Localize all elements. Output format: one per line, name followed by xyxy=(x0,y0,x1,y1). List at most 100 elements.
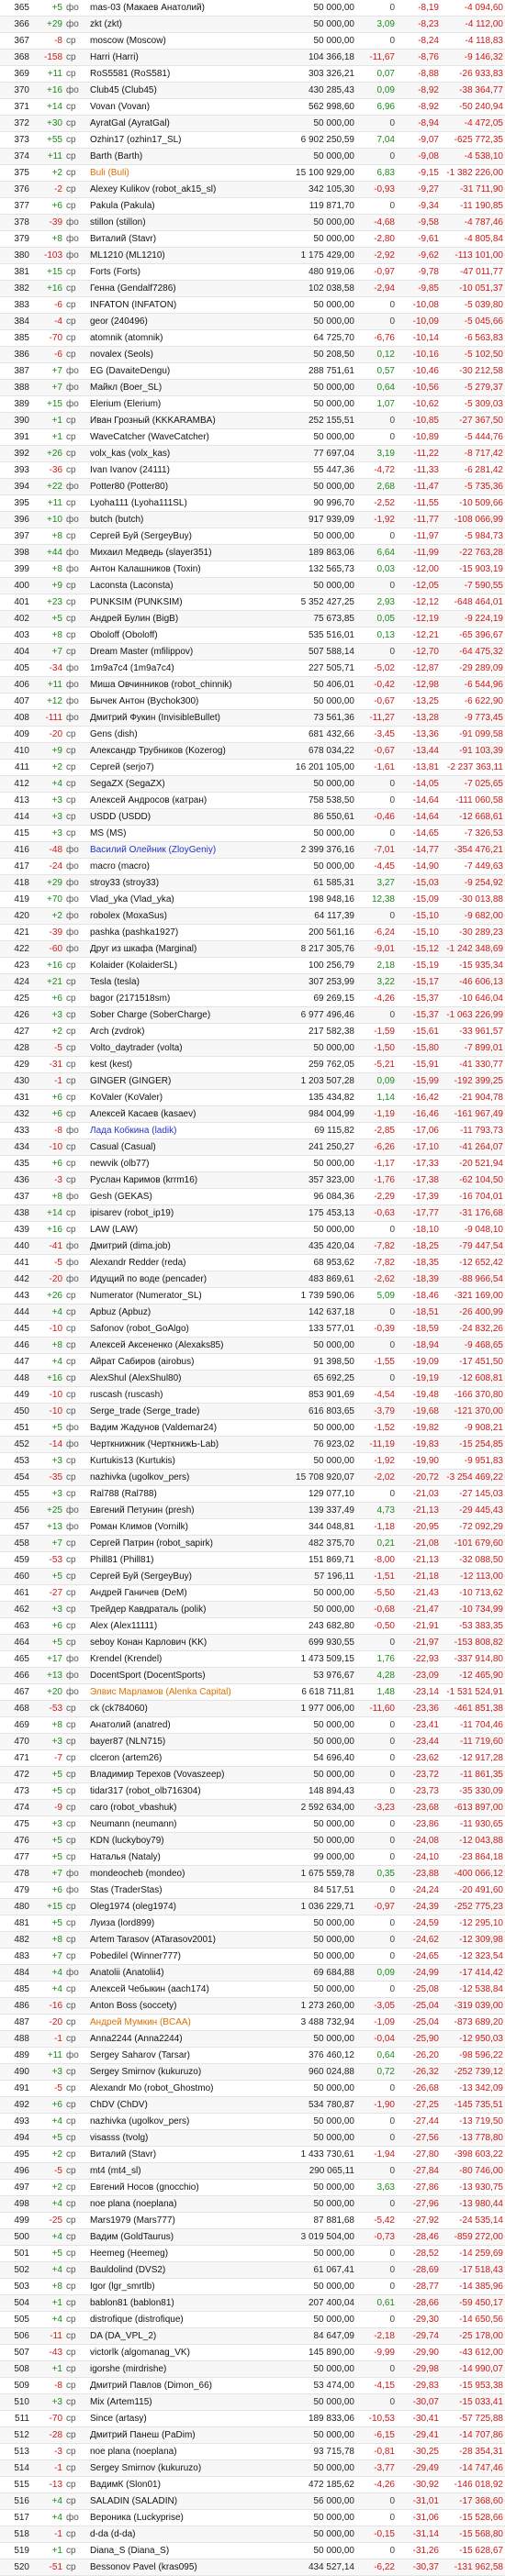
participant-name-link[interactable]: Forts (Forts) xyxy=(90,264,283,281)
participant-name-link[interactable]: macro (macro) xyxy=(90,859,283,875)
participant-name-link[interactable]: pashka (pashka1927) xyxy=(90,925,283,941)
participant-name-link[interactable]: Евгений Петунин (presh) xyxy=(90,1503,283,1519)
participant-name-link[interactable]: geor (240496) xyxy=(90,314,283,330)
participant-name-link[interactable]: Bauldolind (DVS2) xyxy=(90,2262,283,2279)
participant-name-link[interactable]: clceron (artem26) xyxy=(90,1750,283,1767)
participant-name-link[interactable]: noe plana (noeplana) xyxy=(90,2444,283,2460)
participant-name-link[interactable]: LAW (LAW) xyxy=(90,1222,283,1238)
participant-name-link[interactable]: Oboloff (Oboloff) xyxy=(90,627,283,644)
participant-name-link[interactable]: Анатолий (anatred) xyxy=(90,1717,283,1734)
participant-name-link[interactable]: stillon (stillon) xyxy=(90,215,283,231)
participant-name-link[interactable]: GINGER (GINGER) xyxy=(90,1073,283,1090)
participant-name-link[interactable]: Sergey Smirnov (kukuruzo) xyxy=(90,2064,283,2081)
participant-name-link[interactable]: Элвис Марламов (Alenka Capital) xyxy=(90,1684,283,1701)
participant-name-link[interactable]: noe plana (noeplana) xyxy=(90,2196,283,2213)
participant-name-link[interactable]: Neumann (neumann) xyxy=(90,1816,283,1833)
participant-name-link[interactable]: Трейдер Кавдраталь (polik) xyxy=(90,1602,283,1618)
participant-name-link[interactable]: Владимир Терехов (Vovaszeep) xyxy=(90,1767,283,1783)
participant-name-link[interactable]: ruscash (ruscash) xyxy=(90,1387,283,1404)
participant-name-link[interactable]: Майкл (Boer_SL) xyxy=(90,380,283,396)
participant-name-link[interactable]: Миша Овчинников (robot_chinnik) xyxy=(90,677,283,694)
participant-name-link[interactable]: Андрей Мумкин (BCAA) xyxy=(90,2015,283,2031)
participant-name-link[interactable]: WaveCatcher (WaveCatcher) xyxy=(90,429,283,446)
participant-name-link[interactable]: Anna2244 (Anna2244) xyxy=(90,2031,283,2048)
participant-name-link[interactable]: KoValer (KoValer) xyxy=(90,1090,283,1106)
participant-name-link[interactable]: Михаил Медведь (slayer351) xyxy=(90,545,283,561)
participant-name-link[interactable]: Alexandr Redder (reda) xyxy=(90,1255,283,1271)
participant-name-link[interactable]: Laconsta (Laconsta) xyxy=(90,578,283,594)
participant-name-link[interactable]: Anatolii (Anatolii4) xyxy=(90,1965,283,1982)
participant-name-link[interactable]: Dream Master (mfilippov) xyxy=(90,644,283,661)
participant-name-link[interactable]: Stas (TraderStas) xyxy=(90,1882,283,1899)
participant-name-link[interactable]: Дмитрий Панеш (PaDim) xyxy=(90,2427,283,2444)
participant-name-link[interactable]: Arch (zvdrok) xyxy=(90,1024,283,1040)
participant-name-link[interactable]: Руслан Каримов (krrm16) xyxy=(90,1172,283,1189)
participant-name-link[interactable]: Вадим (GoldTaurus) xyxy=(90,2229,283,2246)
participant-name-link[interactable]: mas-03 (Макаев Анатолий) xyxy=(90,0,283,17)
participant-name-link[interactable]: Since (artasy) xyxy=(90,2411,283,2427)
participant-name-link[interactable]: ВадимК (Slon01) xyxy=(90,2477,283,2493)
participant-name-link[interactable]: Алексей Касаев (kasaev) xyxy=(90,1106,283,1123)
participant-name-link[interactable]: Kolaider (KolaiderSL) xyxy=(90,958,283,974)
participant-name-link[interactable]: Alexandr Mo (robot_Ghostmo) xyxy=(90,2081,283,2097)
participant-name-link[interactable]: Дмитрий Фукин (InvisibleBullet) xyxy=(90,710,283,727)
participant-name-link[interactable]: Евгений Носов (gnocchio) xyxy=(90,2180,283,2196)
participant-name-link[interactable]: mt4 (mt4_sl) xyxy=(90,2163,283,2180)
participant-name-link[interactable]: Сергей (serjo7) xyxy=(90,760,283,776)
participant-name-link[interactable]: Vlad_yka (Vlad_yka) xyxy=(90,892,283,908)
participant-name-link[interactable]: Barth (Barth) xyxy=(90,149,283,165)
participant-name-link[interactable]: Вадим Жадунов (Valdemar24) xyxy=(90,1420,283,1437)
participant-name-link[interactable]: Artem Tarasov (ATarasov2001) xyxy=(90,1932,283,1949)
participant-name-link[interactable]: Pakula (Pakula) xyxy=(90,198,283,215)
participant-name-link[interactable]: bablon81 (bablon81) xyxy=(90,2295,283,2312)
participant-name-link[interactable]: bayer87 (NLN715) xyxy=(90,1734,283,1750)
participant-name-link[interactable]: Safonov (robot_GoAlgo) xyxy=(90,1321,283,1338)
participant-name-link[interactable]: Volto_daytrader (volta) xyxy=(90,1040,283,1057)
participant-name-link[interactable]: DocentSport (DocentSports) xyxy=(90,1668,283,1684)
participant-name-link[interactable]: stroy33 (stroy33) xyxy=(90,875,283,892)
participant-name-link[interactable]: Друг из шкафа (Marginal) xyxy=(90,941,283,958)
participant-name-link[interactable]: Mars1979 (Mars777) xyxy=(90,2213,283,2229)
participant-name-link[interactable]: Идущий по воде (pencader) xyxy=(90,1271,283,1288)
participant-name-link[interactable]: Buli (Buli) xyxy=(90,165,283,182)
participant-name-link[interactable]: bagor (2171518sm) xyxy=(90,991,283,1007)
participant-name-link[interactable]: Луиза (lord899) xyxy=(90,1915,283,1932)
participant-name-link[interactable]: Vovan (Vovan) xyxy=(90,99,283,116)
participant-name-link[interactable]: robolex (MoxaSus) xyxy=(90,908,283,925)
participant-name-link[interactable]: Alexey Kulikov (robot_ak15_sl) xyxy=(90,182,283,198)
participant-name-link[interactable]: Дмитрий Павлов (Dimon_66) xyxy=(90,2378,283,2394)
participant-name-link[interactable]: visasss (tvolg) xyxy=(90,2130,283,2147)
participant-name-link[interactable]: Василий Олейник (ZloyGeniy) xyxy=(90,842,283,859)
participant-name-link[interactable]: Сергей Буй (SergeyBuy) xyxy=(90,1569,283,1585)
participant-name-link[interactable]: Apbuz (Apbuz) xyxy=(90,1305,283,1321)
participant-name-link[interactable]: zkt (zkt) xyxy=(90,17,283,33)
participant-name-link[interactable]: Наталья (Nataly) xyxy=(90,1849,283,1866)
participant-name-link[interactable]: atomnik (atomnik) xyxy=(90,330,283,347)
participant-name-link[interactable]: Роман Климов (Vornilk) xyxy=(90,1519,283,1536)
participant-name-link[interactable]: AlexShul (AlexShul80) xyxy=(90,1371,283,1387)
participant-name-link[interactable]: Sergey Saharov (Tarsar) xyxy=(90,2048,283,2064)
participant-name-link[interactable]: Tesla (tesla) xyxy=(90,974,283,991)
participant-name-link[interactable]: Casual (Casual) xyxy=(90,1139,283,1156)
participant-name-link[interactable]: d-da (d-da) xyxy=(90,2526,283,2543)
participant-name-link[interactable]: SegaZX (SegaZX) xyxy=(90,776,283,793)
participant-name-link[interactable]: mondeocheb (mondeo) xyxy=(90,1866,283,1882)
participant-name-link[interactable]: Ral788 (Ral788) xyxy=(90,1486,283,1503)
participant-name-link[interactable]: Виталий (Stavr) xyxy=(90,231,283,248)
participant-name-link[interactable]: nazhivka (ugolkov_pers) xyxy=(90,2114,283,2130)
participant-name-link[interactable]: Лада Кобкина (ladik) xyxy=(90,1123,283,1139)
participant-name-link[interactable]: victorlk (algomanag_VK) xyxy=(90,2345,283,2361)
participant-name-link[interactable]: nazhivka (ugolkov_pers) xyxy=(90,1470,283,1486)
participant-name-link[interactable]: Kurtukis13 (Kurtukis) xyxy=(90,1453,283,1470)
participant-name-link[interactable]: Elerium (Elerium) xyxy=(90,396,283,413)
participant-name-link[interactable]: volx_kas (volx_kas) xyxy=(90,446,283,462)
participant-name-link[interactable]: KDN (luckyboy79) xyxy=(90,1833,283,1849)
participant-name-link[interactable]: Oleg1974 (oleg1974) xyxy=(90,1899,283,1915)
participant-name-link[interactable]: Club45 (Club45) xyxy=(90,83,283,99)
participant-name-link[interactable]: Mix (Artem115) xyxy=(90,2394,283,2411)
participant-name-link[interactable]: ML1210 (ML1210) xyxy=(90,248,283,264)
participant-name-link[interactable]: Алексей Андросов (катран) xyxy=(90,793,283,809)
participant-name-link[interactable]: Harri (Harri) xyxy=(90,50,283,66)
participant-name-link[interactable]: Diana_S (Diana_S) xyxy=(90,2543,283,2559)
participant-name-link[interactable]: Генна (Gendalf7286) xyxy=(90,281,283,297)
